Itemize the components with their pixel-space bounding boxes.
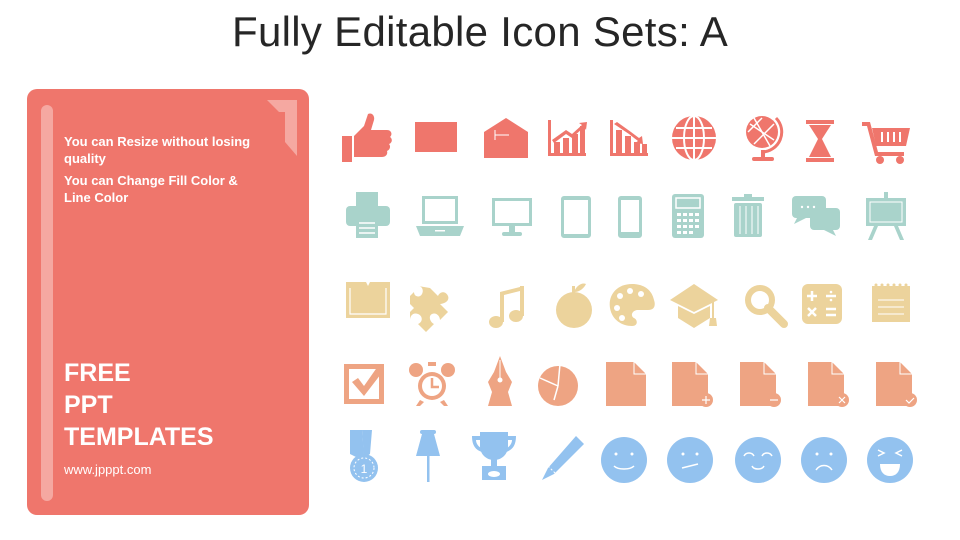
pencil-icon[interactable]: [534, 432, 590, 488]
headline: FREE PPT TEMPLATES: [64, 357, 214, 453]
smiley-laughing-icon[interactable]: [862, 432, 918, 488]
chart-down-icon[interactable]: [602, 110, 658, 166]
thumbs-up-icon[interactable]: [338, 110, 394, 166]
laptop-icon[interactable]: [412, 186, 468, 242]
puzzle-piece-icon[interactable]: [410, 280, 466, 336]
hourglass-icon[interactable]: [792, 112, 848, 168]
apple-icon[interactable]: [546, 278, 602, 334]
graduation-cap-icon[interactable]: [666, 278, 722, 334]
calculator-icon[interactable]: [660, 190, 716, 246]
document-remove-icon[interactable]: [732, 356, 788, 412]
decorative-bar: [41, 105, 53, 501]
presentation-board-icon[interactable]: [858, 190, 914, 246]
headline-line: PPT: [64, 391, 113, 419]
push-pin-icon[interactable]: [400, 428, 456, 484]
tablet-icon[interactable]: [548, 190, 604, 246]
alarm-clock-icon[interactable]: [404, 356, 460, 412]
music-note-icon[interactable]: [482, 278, 538, 334]
smiley-content-icon[interactable]: [730, 432, 786, 488]
chat-bubbles-icon[interactable]: [788, 190, 844, 246]
color-note: You can Change Fill Color & Line Color: [64, 173, 238, 205]
monitor-icon[interactable]: [484, 190, 540, 246]
shopping-cart-icon[interactable]: [858, 112, 914, 168]
paint-palette-icon[interactable]: [604, 278, 660, 334]
pie-chart-icon[interactable]: [530, 356, 586, 412]
corner-decoration: [267, 100, 297, 156]
promo-card: You can Resize without losing quality Yo…: [27, 89, 309, 515]
smiley-confused-icon[interactable]: [662, 432, 718, 488]
book-icon[interactable]: [340, 274, 396, 330]
document-delete-icon[interactable]: [800, 356, 856, 412]
magnifier-icon[interactable]: [738, 278, 794, 334]
globe-icon[interactable]: [666, 110, 722, 166]
smiley-happy-icon[interactable]: [596, 432, 652, 488]
medal-icon[interactable]: 1: [336, 428, 392, 484]
resize-note: You can Resize without losing quality: [64, 134, 251, 166]
envelope-open-icon[interactable]: [478, 110, 534, 166]
printer-icon[interactable]: [340, 186, 396, 242]
notepad-icon[interactable]: [864, 278, 920, 334]
envelope-closed-icon[interactable]: [408, 110, 464, 166]
desk-globe-icon[interactable]: [736, 110, 792, 166]
website-link[interactable]: www.jpppt.com: [64, 462, 151, 477]
checkbox-icon[interactable]: [338, 354, 394, 410]
math-symbols-icon[interactable]: [796, 278, 852, 334]
headline-line: FREE: [64, 359, 131, 387]
trash-can-icon[interactable]: [720, 190, 776, 246]
slide-title: Fully Editable Icon Sets: A: [231, 8, 729, 55]
headline-line: TEMPLATES: [64, 423, 214, 451]
smiley-sad-icon[interactable]: [796, 432, 852, 488]
fountain-pen-icon[interactable]: [472, 354, 528, 410]
document-check-icon[interactable]: [868, 356, 924, 412]
document-add-icon[interactable]: [664, 356, 720, 412]
medal-number: 1: [361, 462, 368, 476]
smartphone-icon[interactable]: [602, 190, 658, 246]
document-icon[interactable]: [598, 356, 654, 412]
chart-up-icon[interactable]: [540, 110, 596, 166]
trophy-icon[interactable]: [466, 428, 522, 484]
